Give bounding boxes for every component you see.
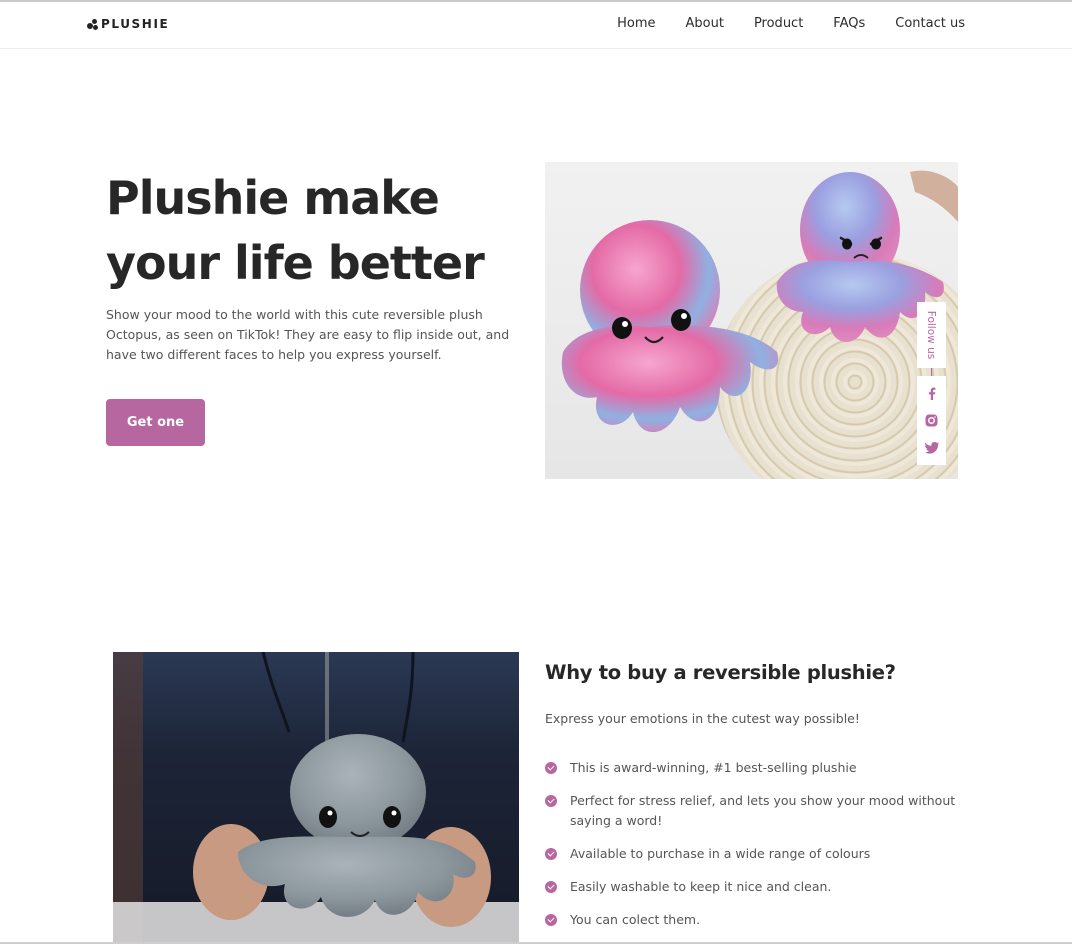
instagram-icon[interactable] — [925, 414, 939, 428]
benefit-text: Easily washable to keep it nice and clea… — [570, 879, 832, 894]
list-item: This is award-winning, #1 best-selling p… — [545, 758, 965, 778]
nav-home[interactable]: Home — [617, 16, 655, 31]
why-title: Why to buy a reversible plushie? — [545, 661, 896, 684]
check-circle-icon — [545, 881, 557, 893]
follow-divider — [931, 368, 932, 376]
hero-description: Show your mood to the world with this cu… — [106, 307, 510, 362]
benefit-text: Available to purchase in a wide range of… — [570, 846, 871, 861]
list-item: You can colect them. — [545, 910, 965, 930]
octopus-plushies-illustration — [561, 170, 958, 433]
why-subtitle: Express your emotions in the cutest way … — [545, 711, 860, 726]
site-header: PLUSHIE Home About Product FAQs Contact … — [0, 0, 1072, 49]
logo-text: PLUSHIE — [101, 17, 170, 31]
nav-contact[interactable]: Contact us — [895, 16, 965, 31]
twitter-icon[interactable] — [924, 441, 939, 455]
check-circle-icon — [545, 762, 557, 774]
hero-title-line-1: Plushie make — [106, 171, 440, 225]
nav-faqs[interactable]: FAQs — [833, 16, 865, 31]
benefit-text: This is award-winning, #1 best-selling p… — [570, 760, 857, 775]
facebook-icon[interactable] — [925, 387, 939, 401]
check-circle-icon — [545, 848, 557, 860]
main-nav: Home About Product FAQs Contact us — [617, 16, 965, 31]
benefits-list: This is award-winning, #1 best-selling p… — [545, 758, 965, 943]
list-item: Perfect for stress relief, and lets you … — [545, 791, 965, 831]
social-links — [917, 376, 946, 465]
nav-product[interactable]: Product — [754, 16, 803, 31]
logo[interactable]: PLUSHIE — [87, 17, 169, 31]
check-circle-icon — [545, 914, 557, 926]
follow-us-label-box: Follow us — [917, 302, 946, 368]
page: PLUSHIE Home About Product FAQs Contact … — [0, 0, 1072, 944]
logo-mark-icon — [87, 18, 98, 30]
why-section-image — [113, 652, 519, 944]
follow-us-label: Follow us — [925, 310, 938, 360]
hero-image — [545, 162, 958, 479]
nav-about[interactable]: About — [686, 16, 724, 31]
hero-title: Plushie make your life better — [106, 166, 526, 296]
check-circle-icon — [545, 795, 557, 807]
get-one-button[interactable]: Get one — [106, 399, 205, 446]
list-item: Available to purchase in a wide range of… — [545, 844, 965, 864]
list-item: Easily washable to keep it nice and clea… — [545, 877, 965, 897]
grey-octopus-illustration — [113, 652, 519, 944]
benefit-text: You can colect them. — [570, 912, 701, 927]
benefit-text: Perfect for stress relief, and lets you … — [570, 793, 956, 828]
hero-title-line-2: your life better — [106, 236, 485, 290]
follow-us-bar: Follow us — [917, 302, 946, 465]
